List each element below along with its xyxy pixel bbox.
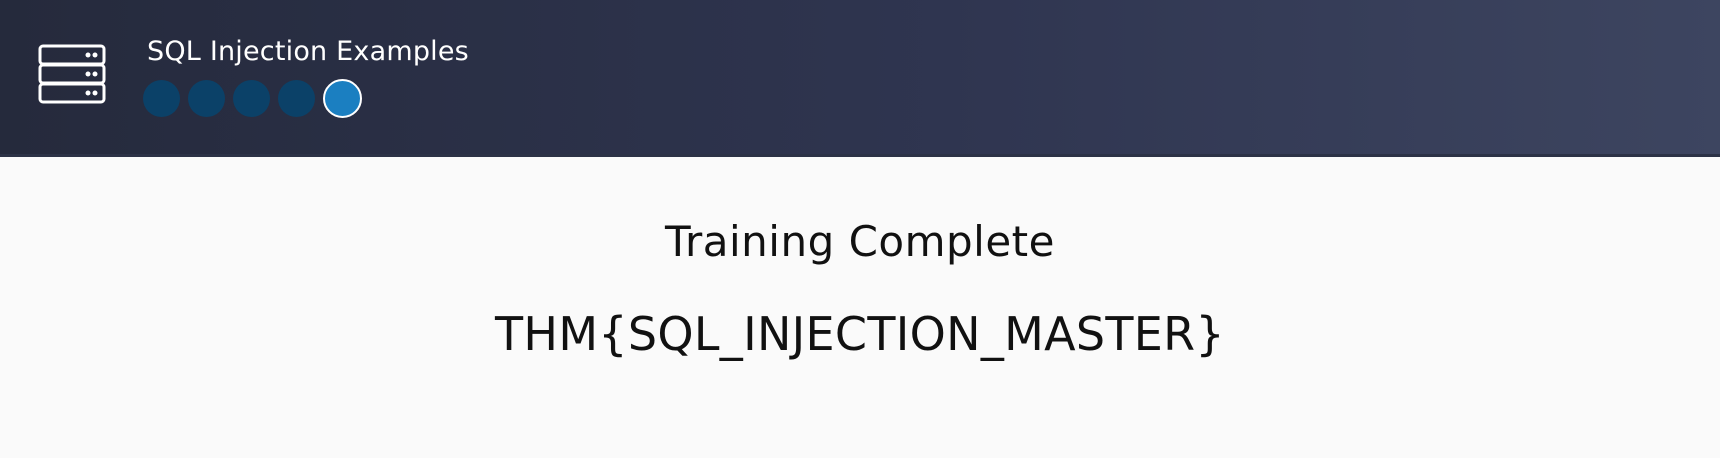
step-indicator-2[interactable] [188,80,225,117]
flag-text: THM{SQL_INJECTION_MASTER} [495,307,1225,361]
app-title: SQL Injection Examples [147,36,469,67]
main-content: Training Complete THM{SQL_INJECTION_MAST… [0,157,1720,458]
step-indicator-5-current[interactable] [323,79,362,118]
step-indicator-4[interactable] [278,80,315,117]
step-indicator-3[interactable] [233,80,270,117]
completion-heading: Training Complete [665,217,1055,266]
server-icon [38,44,108,108]
step-progress [143,79,370,118]
app-header: SQL Injection Examples [0,0,1720,157]
step-indicator-1[interactable] [143,80,180,117]
